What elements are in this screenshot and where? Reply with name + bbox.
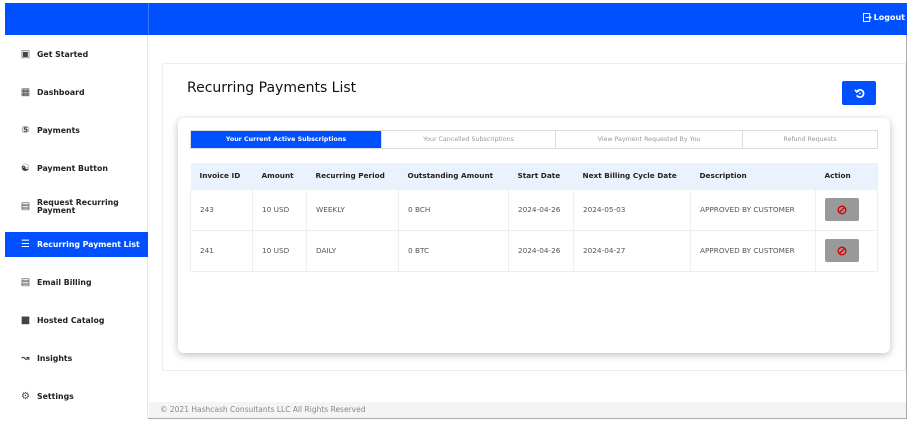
- outstanding-amount: 0 BCH: [398, 188, 509, 230]
- card-plus-icon: ▤: [20, 201, 31, 212]
- next-billing-date: 2024-05-03: [573, 188, 691, 230]
- invoice-id: 241: [190, 229, 253, 271]
- bank-icon: ☯: [21, 163, 30, 174]
- column-header: Start Date: [508, 163, 574, 189]
- logout-label: Logout: [873, 13, 905, 22]
- recurring-period: DAILY: [306, 229, 399, 271]
- logout-icon: [862, 13, 872, 22]
- list-icon: ☰: [21, 239, 30, 250]
- footer-copyright: © 2021 Hashcash Consultants LLC All Righ…: [149, 402, 906, 418]
- chart-icon: ↝: [21, 353, 30, 364]
- description: APPROVED BY CUSTOMER: [690, 229, 816, 271]
- refresh-button[interactable]: [842, 81, 876, 105]
- cancel-subscription-button[interactable]: [825, 239, 859, 262]
- sidebar-item-insights[interactable]: ↝ Insights: [5, 346, 148, 371]
- start-date: 2024-04-26: [508, 188, 574, 230]
- cancel-subscription-button[interactable]: [825, 198, 859, 221]
- recurring-period: WEEKLY: [306, 188, 399, 230]
- sidebar-item-dashboard[interactable]: ▦ Dashboard: [5, 80, 148, 105]
- sidebar-item-label: Get Started: [37, 50, 89, 59]
- table-row: 243 10 USD WEEKLY 0 BCH 2024-04-26 2024-…: [190, 188, 878, 230]
- logout-button[interactable]: Logout: [862, 13, 905, 22]
- tab-refund-requests[interactable]: Refund Requests: [743, 131, 877, 148]
- tab-cancelled-subscriptions[interactable]: Your Cancelled Subscriptions: [382, 131, 556, 148]
- sidebar-item-payment-button[interactable]: ☯ Payment Button: [5, 156, 148, 181]
- sidebar-item-request-recurring-payment[interactable]: ▤ Request Recurring Payment: [5, 194, 148, 219]
- sidebar-item-label: Insights: [37, 354, 73, 363]
- sidebar-item-label: Payment Button: [37, 164, 108, 173]
- column-header: Recurring Period: [306, 163, 399, 189]
- sidebar-item-recurring-payment-list[interactable]: ☰ Recurring Payment List: [5, 232, 148, 257]
- amount: 10 USD: [252, 188, 307, 230]
- tab-bar: Your Current Active Subscriptions Your C…: [190, 130, 878, 149]
- sidebar-item-settings[interactable]: ⚙ Settings: [5, 384, 148, 409]
- invoice-id: 243: [190, 188, 253, 230]
- tab-payment-requested[interactable]: View Payment Requested By You: [556, 131, 743, 148]
- sidebar-item-email-billing[interactable]: ▤ Email Billing: [5, 270, 148, 295]
- column-header: Action: [815, 163, 878, 189]
- sidebar-item-get-started[interactable]: ▣ Get Started: [5, 42, 148, 67]
- page-title: Recurring Payments List: [187, 80, 357, 96]
- sidebar-item-label: Payments: [37, 126, 80, 135]
- outstanding-amount: 0 BTC: [398, 229, 509, 271]
- sidebar: ▣ Get Started ▦ Dashboard ⑤ Payments ☯ Payme…: [5, 35, 148, 419]
- sidebar-item-label: Settings: [37, 392, 74, 401]
- dollar-circle-icon: ⑤: [21, 125, 30, 136]
- action-cell: [815, 229, 878, 271]
- cancel-icon: [837, 205, 847, 214]
- description: APPROVED BY CUSTOMER: [690, 188, 816, 230]
- subscriptions-table: Invoice ID Amount Recurring Period Outst…: [190, 163, 878, 272]
- book-icon: ■: [20, 315, 31, 326]
- sidebar-item-hosted-catalog[interactable]: ■ Hosted Catalog: [5, 308, 148, 333]
- sidebar-item-label: Email Billing: [37, 278, 92, 287]
- refresh-icon: [853, 88, 864, 98]
- column-header: Amount: [252, 163, 307, 189]
- briefcase-check-icon: ▣: [20, 49, 31, 60]
- sidebar-item-label: Dashboard: [37, 88, 85, 97]
- document-icon: ▤: [20, 277, 31, 288]
- gear-icon: ⚙: [21, 391, 30, 402]
- sidebar-item-label: Request Recurring Payment: [37, 197, 119, 215]
- divider: [148, 3, 149, 35]
- table-row: 241 10 USD DAILY 0 BTC 2024-04-26 2024-0…: [190, 229, 878, 271]
- action-cell: [815, 188, 878, 230]
- column-header: Next Billing Cycle Date: [573, 163, 691, 189]
- top-bar: Logout: [5, 3, 907, 35]
- sidebar-item-payments[interactable]: ⑤ Payments: [5, 118, 148, 143]
- cancel-icon: [837, 246, 847, 255]
- next-billing-date: 2024-04-27: [573, 229, 691, 271]
- tab-active-subscriptions[interactable]: Your Current Active Subscriptions: [191, 131, 382, 148]
- column-header: Description: [690, 163, 816, 189]
- column-header: Invoice ID: [190, 163, 253, 189]
- start-date: 2024-04-26: [508, 229, 574, 271]
- sidebar-item-label: Recurring Payment List: [37, 240, 140, 249]
- table-header-row: Invoice ID Amount Recurring Period Outst…: [190, 163, 878, 189]
- sidebar-item-label: Hosted Catalog: [37, 316, 105, 325]
- dashboard-icon: ▦: [20, 87, 31, 98]
- amount: 10 USD: [252, 229, 307, 271]
- column-header: Outstanding Amount: [398, 163, 509, 189]
